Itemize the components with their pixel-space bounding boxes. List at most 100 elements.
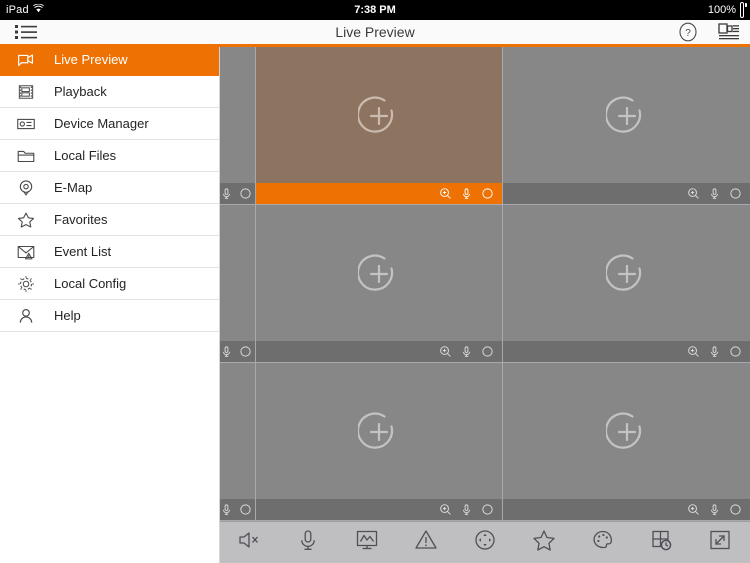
layout-clock-icon [649, 527, 675, 558]
battery-percent-label: 100% [707, 4, 736, 16]
add-camera-icon[interactable] [356, 411, 400, 453]
zoom-in-icon[interactable] [439, 187, 452, 200]
add-camera-icon[interactable] [604, 253, 648, 295]
gear-icon [14, 272, 38, 296]
record-circle-icon[interactable] [729, 187, 742, 200]
bottom-toolbar [220, 521, 750, 563]
live-preview-icon [14, 48, 38, 72]
audio-mute-button[interactable] [234, 528, 264, 558]
sidebar-item-device-manager[interactable]: Device Manager [0, 108, 219, 140]
page-title: Live Preview [335, 24, 415, 40]
microphone-icon[interactable] [708, 187, 721, 200]
question-circle-icon[interactable]: ? [678, 22, 698, 42]
video-cell-placeholder [256, 47, 502, 184]
sidebar-item-label: Device Manager [54, 116, 149, 131]
star-icon [531, 527, 557, 558]
microphone-icon[interactable] [460, 187, 473, 200]
talk-button[interactable] [293, 528, 323, 558]
map-pin-icon [14, 176, 38, 200]
record-circle-icon[interactable] [729, 345, 742, 358]
video-cell[interactable] [503, 363, 750, 521]
fullscreen-button[interactable] [705, 528, 735, 558]
add-camera-icon[interactable] [356, 253, 400, 295]
sidebar: Live Preview Playback Device Manager Loc… [0, 44, 220, 563]
microphone-icon[interactable] [460, 503, 473, 516]
app-root: iPad 7:38 PM 100% Live Preview ? Live Pr… [0, 0, 750, 563]
video-cell[interactable] [220, 47, 256, 205]
video-grid [220, 47, 750, 521]
zoom-in-icon[interactable] [687, 345, 700, 358]
add-camera-icon[interactable] [604, 411, 648, 453]
add-camera-icon[interactable] [604, 95, 648, 137]
sidebar-item-live-preview[interactable]: Live Preview [0, 44, 219, 76]
warning-triangle-icon [413, 527, 439, 558]
video-cell[interactable] [220, 205, 256, 363]
video-cell-placeholder [256, 205, 502, 342]
device-manager-icon [14, 112, 38, 136]
sidebar-item-local-config[interactable]: Local Config [0, 268, 219, 300]
microphone-icon[interactable] [460, 345, 473, 358]
video-cell[interactable] [256, 363, 503, 521]
video-cell-placeholder [503, 205, 750, 342]
record-circle-icon[interactable] [729, 503, 742, 516]
add-camera-icon[interactable] [356, 95, 400, 137]
record-circle-icon[interactable] [239, 345, 252, 358]
event-envelope-icon [14, 240, 38, 264]
ptz-control-icon [472, 527, 498, 558]
sidebar-item-playback[interactable]: Playback [0, 76, 219, 108]
sidebar-item-e-map[interactable]: E-Map [0, 172, 219, 204]
video-cell[interactable] [256, 205, 503, 363]
record-circle-icon[interactable] [239, 503, 252, 516]
zoom-in-icon[interactable] [687, 503, 700, 516]
ptz-button[interactable] [470, 528, 500, 558]
video-cell-toolbar [256, 499, 502, 520]
microphone-icon[interactable] [220, 503, 233, 516]
sidebar-item-event-list[interactable]: Event List [0, 236, 219, 268]
stream-button[interactable] [352, 528, 382, 558]
accent-bar [0, 44, 750, 47]
record-circle-icon[interactable] [481, 503, 494, 516]
video-grid-row [220, 47, 750, 205]
status-bar-right: 100% [707, 0, 747, 20]
zoom-in-icon[interactable] [687, 187, 700, 200]
microphone-icon[interactable] [708, 345, 721, 358]
record-circle-icon[interactable] [481, 345, 494, 358]
device-list-icon[interactable] [718, 22, 739, 42]
image-adjust-button[interactable] [588, 528, 618, 558]
video-cell-toolbar [503, 499, 750, 520]
record-circle-icon[interactable] [239, 187, 252, 200]
sidebar-item-label: Event List [54, 244, 112, 259]
zoom-in-icon[interactable] [439, 503, 452, 516]
sidebar-item-label: Favorites [54, 212, 108, 227]
layout-button[interactable] [647, 528, 677, 558]
microphone-icon[interactable] [220, 187, 233, 200]
sidebar-item-label: Playback [54, 84, 107, 99]
video-cell-toolbar [256, 183, 502, 204]
video-cell[interactable] [503, 47, 750, 205]
microphone-icon [295, 527, 321, 558]
video-cell-toolbar [220, 499, 255, 520]
record-circle-icon[interactable] [481, 187, 494, 200]
microphone-icon[interactable] [708, 503, 721, 516]
zoom-in-icon[interactable] [439, 345, 452, 358]
video-cell[interactable] [503, 205, 750, 363]
alarm-button[interactable] [411, 528, 441, 558]
video-cell-toolbar [503, 183, 750, 204]
film-strip-icon [14, 80, 38, 104]
video-cell-placeholder [256, 363, 502, 500]
status-bar-time: 7:38 PM [354, 4, 396, 16]
person-icon [14, 304, 38, 328]
video-cell[interactable] [256, 47, 503, 205]
microphone-icon[interactable] [220, 345, 233, 358]
video-cell[interactable] [220, 363, 256, 521]
sidebar-item-local-files[interactable]: Local Files [0, 140, 219, 172]
sidebar-item-label: Local Files [54, 148, 117, 163]
svg-text:?: ? [685, 28, 691, 39]
palette-icon [590, 527, 616, 558]
video-grid-row [220, 363, 750, 521]
sidebar-item-favorites[interactable]: Favorites [0, 204, 219, 236]
navigation-bar: Live Preview ? [0, 20, 750, 44]
favorites-button[interactable] [529, 528, 559, 558]
video-cell-toolbar [220, 341, 255, 362]
sidebar-item-help[interactable]: Help [0, 300, 219, 332]
